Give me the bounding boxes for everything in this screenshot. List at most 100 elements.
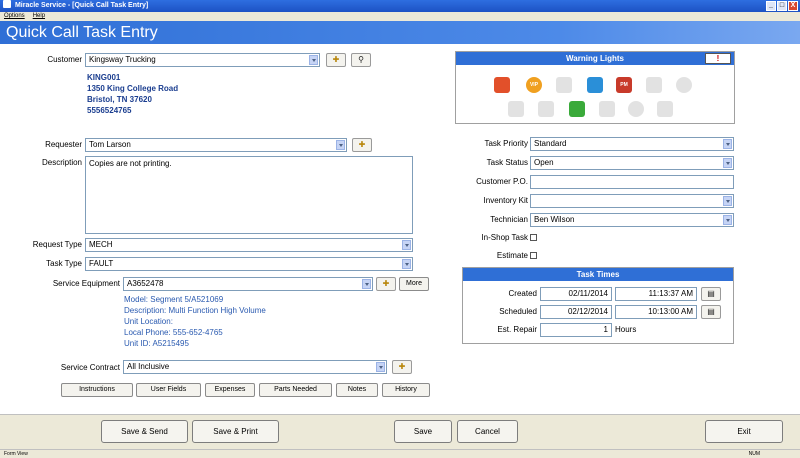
scheduled-label: Scheduled	[499, 307, 537, 316]
save-print-button[interactable]: Save & Print	[192, 420, 279, 443]
shield-check-icon[interactable]	[569, 101, 585, 117]
service-equipment-select[interactable]: A3652478	[123, 277, 373, 291]
equipment-unit-id: Unit ID: A5215495	[124, 339, 189, 348]
history-button[interactable]: History	[382, 383, 430, 397]
window-controls: _ □ X	[766, 1, 798, 11]
created-date-input[interactable]: 02/11/2014	[540, 287, 612, 301]
expenses-button[interactable]: Expenses	[205, 383, 255, 397]
add-contract-button[interactable]: ✚	[392, 360, 412, 374]
est-repair-unit: Hours	[615, 325, 637, 334]
created-label: Created	[508, 289, 537, 298]
customer-select[interactable]: Kingsway Trucking	[85, 53, 320, 67]
truck-icon[interactable]	[538, 101, 554, 117]
task-status-select[interactable]: Open	[530, 156, 734, 170]
in-shop-task-label: In-Shop Task	[481, 233, 528, 242]
inventory-kit-select[interactable]	[530, 194, 734, 208]
footer-bar: Save & Send Save & Print Save Cancel Exi…	[0, 414, 800, 449]
task-priority-select[interactable]: Standard	[530, 137, 734, 151]
customer-phone: 5556524765	[87, 106, 132, 115]
scheduled-time-input[interactable]: 10:13:00 AM	[615, 305, 697, 319]
more-button[interactable]: More	[399, 277, 429, 291]
cancel-button[interactable]: Cancel	[457, 420, 518, 443]
technician-select[interactable]: Ben Wilson	[530, 213, 734, 227]
stop-sign-icon[interactable]	[494, 77, 510, 93]
estimate-checkbox[interactable]	[530, 252, 537, 259]
speech-bubble-icon[interactable]	[508, 101, 524, 117]
chat-bubbles-icon[interactable]	[587, 77, 603, 93]
customer-po-input[interactable]	[530, 175, 734, 189]
chevron-down-icon[interactable]	[362, 279, 371, 289]
chevron-down-icon[interactable]	[402, 240, 411, 250]
equipment-phone: Local Phone: 555-652-4765	[124, 328, 223, 337]
in-shop-task-checkbox[interactable]	[530, 234, 537, 241]
copy-pages-icon[interactable]	[657, 101, 673, 117]
description-label: Description	[41, 158, 82, 167]
exit-button[interactable]: Exit	[705, 420, 783, 443]
vip-text: VIP	[529, 82, 539, 88]
pm-calendar-icon[interactable]: PM	[616, 77, 632, 93]
info-circle-icon[interactable]	[676, 77, 692, 93]
created-calendar-button[interactable]: ▤	[701, 287, 721, 301]
scheduled-date-input[interactable]: 02/12/2014	[540, 305, 612, 319]
task-priority-value: Standard	[534, 139, 567, 148]
warning-alert-button[interactable]: !	[705, 53, 731, 64]
pie-chart-icon[interactable]	[628, 101, 644, 117]
task-status-label: Task Status	[486, 158, 528, 167]
equipment-description: Description: Multi Function High Volume	[124, 306, 266, 315]
close-button[interactable]: X	[788, 1, 798, 11]
window-title: Miracle Service - [Quick Call Task Entry…	[14, 2, 149, 9]
chevron-down-icon[interactable]	[723, 139, 732, 149]
chevron-down-icon[interactable]	[336, 140, 345, 150]
customer-address1: 1350 King College Road	[87, 84, 179, 93]
page-title: Quick Call Task Entry	[0, 21, 800, 44]
menu-bar: Options Help	[0, 12, 800, 21]
form-content: Customer Kingsway Trucking ✚ ⚲ KING001 1…	[0, 44, 800, 414]
chevron-down-icon[interactable]	[402, 259, 411, 269]
minimize-button[interactable]: _	[766, 1, 776, 11]
num-lock-indicator: NUM	[748, 451, 760, 457]
service-contract-label: Service Contract	[60, 363, 120, 372]
notes-button[interactable]: Notes	[336, 383, 378, 397]
vip-icon[interactable]: VIP	[526, 77, 542, 93]
menu-help[interactable]: Help	[33, 12, 45, 21]
estimate-label: Estimate	[496, 251, 528, 260]
chevron-down-icon[interactable]	[723, 196, 732, 206]
warning-triangle-icon[interactable]	[599, 101, 615, 117]
task-status-value: Open	[534, 158, 554, 167]
requester-select[interactable]: Tom Larson	[85, 138, 347, 152]
save-button[interactable]: Save	[394, 420, 452, 443]
request-type-select[interactable]: MECH	[85, 238, 413, 252]
task-type-value: FAULT	[89, 259, 114, 268]
status-bar: Form View NUM	[0, 449, 800, 458]
add-requester-button[interactable]: ✚	[352, 138, 372, 152]
est-repair-input[interactable]: 1	[540, 323, 612, 337]
user-fields-button[interactable]: User Fields	[136, 383, 201, 397]
equipment-location: Unit Location:	[124, 317, 173, 326]
maximize-button[interactable]: □	[777, 1, 787, 11]
service-contract-select[interactable]: All Inclusive	[123, 360, 387, 374]
binoculars-search-button[interactable]: ⚲	[351, 53, 371, 67]
parts-needed-button[interactable]: Parts Needed	[259, 383, 332, 397]
chevron-down-icon[interactable]	[309, 55, 318, 65]
chevron-down-icon[interactable]	[723, 215, 732, 225]
phone-icon[interactable]	[646, 77, 662, 93]
chevron-down-icon[interactable]	[723, 158, 732, 168]
instructions-button[interactable]: Instructions	[61, 383, 133, 397]
menu-options[interactable]: Options	[4, 12, 25, 21]
document-check-icon[interactable]	[556, 77, 572, 93]
add-customer-button[interactable]: ✚	[326, 53, 346, 67]
description-textarea[interactable]: Copies are not printing.	[85, 156, 413, 234]
chevron-down-icon[interactable]	[376, 362, 385, 372]
created-time-input[interactable]: 11:13:37 AM	[615, 287, 697, 301]
requester-value: Tom Larson	[89, 140, 131, 149]
window-titlebar: Miracle Service - [Quick Call Task Entry…	[0, 0, 800, 12]
save-send-button[interactable]: Save & Send	[101, 420, 188, 443]
inventory-kit-label: Inventory Kit	[483, 196, 528, 205]
scheduled-calendar-button[interactable]: ▤	[701, 305, 721, 319]
add-equipment-button[interactable]: ✚	[376, 277, 396, 291]
task-type-select[interactable]: FAULT	[85, 257, 413, 271]
request-type-value: MECH	[89, 240, 113, 249]
requester-label: Requester	[45, 140, 82, 149]
customer-code: KING001	[87, 73, 121, 82]
status-left: Form View	[4, 451, 28, 457]
